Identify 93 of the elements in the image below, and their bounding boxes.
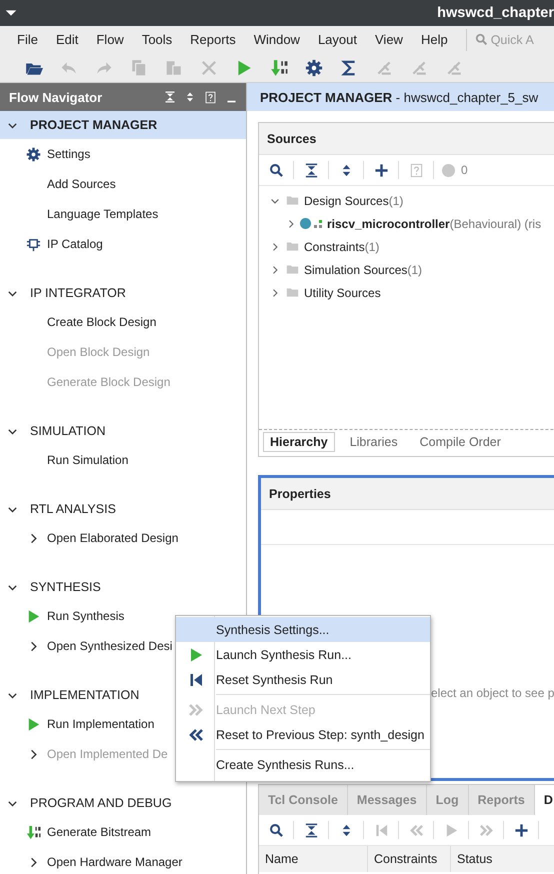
menu-item[interactable]: Reports — [190, 32, 236, 47]
menu-item[interactable]: Launch Synthesis Run... — [176, 642, 430, 667]
paste-icon — [164, 58, 182, 76]
panel-title: Properties — [261, 478, 554, 510]
column-header[interactable]: Status — [451, 846, 537, 872]
section-header[interactable]: SYNTHESIS — [0, 573, 246, 601]
nav-item[interactable]: IP Catalog — [0, 229, 246, 259]
settings-icon — [304, 58, 322, 76]
section-title: SYNTHESIS — [30, 580, 101, 594]
section-title: IMPLEMENTATION — [30, 688, 140, 702]
nav-item[interactable]: Generate Bitstream — [0, 817, 246, 847]
empty-message: elect an object to see p — [431, 686, 554, 700]
down-arrow-icon — [26, 824, 40, 840]
probe-icon — [410, 58, 428, 76]
panel-title: Flow Navigator — [9, 90, 102, 104]
project-title: PROJECT MANAGER - hwswcd_chapter_5_sw — [260, 90, 538, 104]
menu-item[interactable]: Help — [420, 32, 448, 47]
nav-item[interactable]: Open Hardware Manager — [0, 847, 246, 874]
search-icon — [268, 822, 284, 838]
nav-item[interactable]: Language Templates — [0, 199, 246, 229]
skip-back-icon — [188, 672, 204, 688]
menu-item[interactable]: View — [375, 32, 403, 47]
tab[interactable]: Libraries — [342, 432, 405, 452]
module-dot-icon — [300, 218, 311, 229]
section-header[interactable]: PROJECT MANAGER — [0, 111, 246, 139]
column-header[interactable]: Constraints — [368, 846, 451, 872]
nav-item[interactable]: Settings — [0, 139, 246, 169]
tree-item[interactable]: riscv_microcontroller(Behavioural) (ris — [259, 212, 554, 235]
hierarchy-icon — [314, 220, 324, 228]
copy-icon — [130, 58, 148, 76]
settings-icon — [26, 146, 40, 162]
menu-item[interactable]: Layout — [318, 32, 357, 47]
menu-item[interactable]: File — [17, 32, 38, 47]
menu-item[interactable]: Create Synthesis Runs... — [176, 752, 430, 777]
nav-item[interactable]: Open Elaborated Design — [0, 523, 246, 553]
menu-item[interactable]: Reset Synthesis Run — [176, 667, 430, 692]
nav-item[interactable]: Create Block Design — [0, 307, 246, 337]
tab[interactable]: Hierarchy — [263, 432, 335, 452]
status-dot-icon — [442, 164, 455, 176]
section-header[interactable]: RTL ANALYSIS — [0, 495, 246, 523]
section-title: PROJECT MANAGER — [30, 118, 158, 132]
warning-count: 0 — [461, 163, 468, 177]
tab[interactable]: Compile Order — [412, 432, 508, 452]
probe-icon — [374, 58, 392, 76]
menu-item[interactable]: Tools — [142, 32, 172, 47]
folder-icon — [286, 263, 299, 276]
search-icon — [268, 162, 284, 178]
section-title: IP INTEGRATOR — [30, 286, 126, 300]
search-icon — [474, 33, 488, 46]
menu-item[interactable]: Synthesis Settings... — [176, 617, 430, 642]
help-icon — [408, 162, 424, 178]
section-header[interactable]: PROGRAM AND DEBUG — [0, 789, 246, 817]
collapse-all-icon — [304, 162, 318, 178]
down-arrow-icon — [270, 58, 288, 76]
cross-icon — [200, 58, 218, 76]
nav-item[interactable]: Add Sources — [0, 169, 246, 199]
nav-item[interactable]: Run Simulation — [0, 445, 246, 475]
tree-item[interactable]: Constraints(1) — [259, 235, 554, 258]
expand-all-icon[interactable] — [184, 91, 196, 103]
column-header[interactable]: Name — [259, 846, 368, 872]
double-chevron-right-icon — [188, 702, 204, 718]
search-field[interactable]: Quick A — [490, 32, 543, 46]
folder-icon — [286, 240, 299, 253]
double-chevron-right-icon — [478, 822, 494, 838]
section-header[interactable]: SIMULATION — [0, 417, 246, 445]
tree-item[interactable]: Design Sources(1) — [259, 189, 554, 212]
section-title: PROGRAM AND DEBUG — [30, 796, 172, 810]
sigma-icon — [340, 58, 358, 76]
menu-item[interactable]: Reset to Previous Step: synth_design — [176, 722, 430, 747]
folder-icon — [286, 194, 299, 207]
help-icon[interactable] — [204, 90, 217, 104]
menu-item[interactable]: Flow — [96, 32, 124, 47]
menu-item[interactable]: Edit — [56, 32, 78, 47]
plus-icon — [514, 822, 528, 838]
play-icon — [188, 646, 204, 662]
section-title: SIMULATION — [30, 424, 106, 438]
collapse-all-icon — [304, 822, 318, 838]
collapse-all-icon[interactable] — [164, 91, 176, 103]
skip-back-icon — [374, 822, 388, 838]
chip-icon — [26, 236, 40, 252]
double-chevron-left-icon — [188, 726, 204, 742]
panel-title: Sources — [259, 123, 554, 155]
probe-icon — [444, 58, 462, 76]
double-chevron-left-icon — [408, 822, 424, 838]
tree-item[interactable]: Simulation Sources(1) — [259, 258, 554, 281]
tab[interactable]: D — [534, 785, 554, 815]
menu-item[interactable]: Window — [254, 32, 300, 47]
section-title: RTL ANALYSIS — [30, 502, 116, 516]
section-header[interactable]: IP INTEGRATOR — [0, 279, 246, 307]
tree-item[interactable]: Utility Sources — [259, 281, 554, 304]
plus-icon — [374, 162, 388, 178]
folder-icon — [286, 286, 299, 299]
window-title: hwswcd_chapter — [437, 5, 554, 21]
